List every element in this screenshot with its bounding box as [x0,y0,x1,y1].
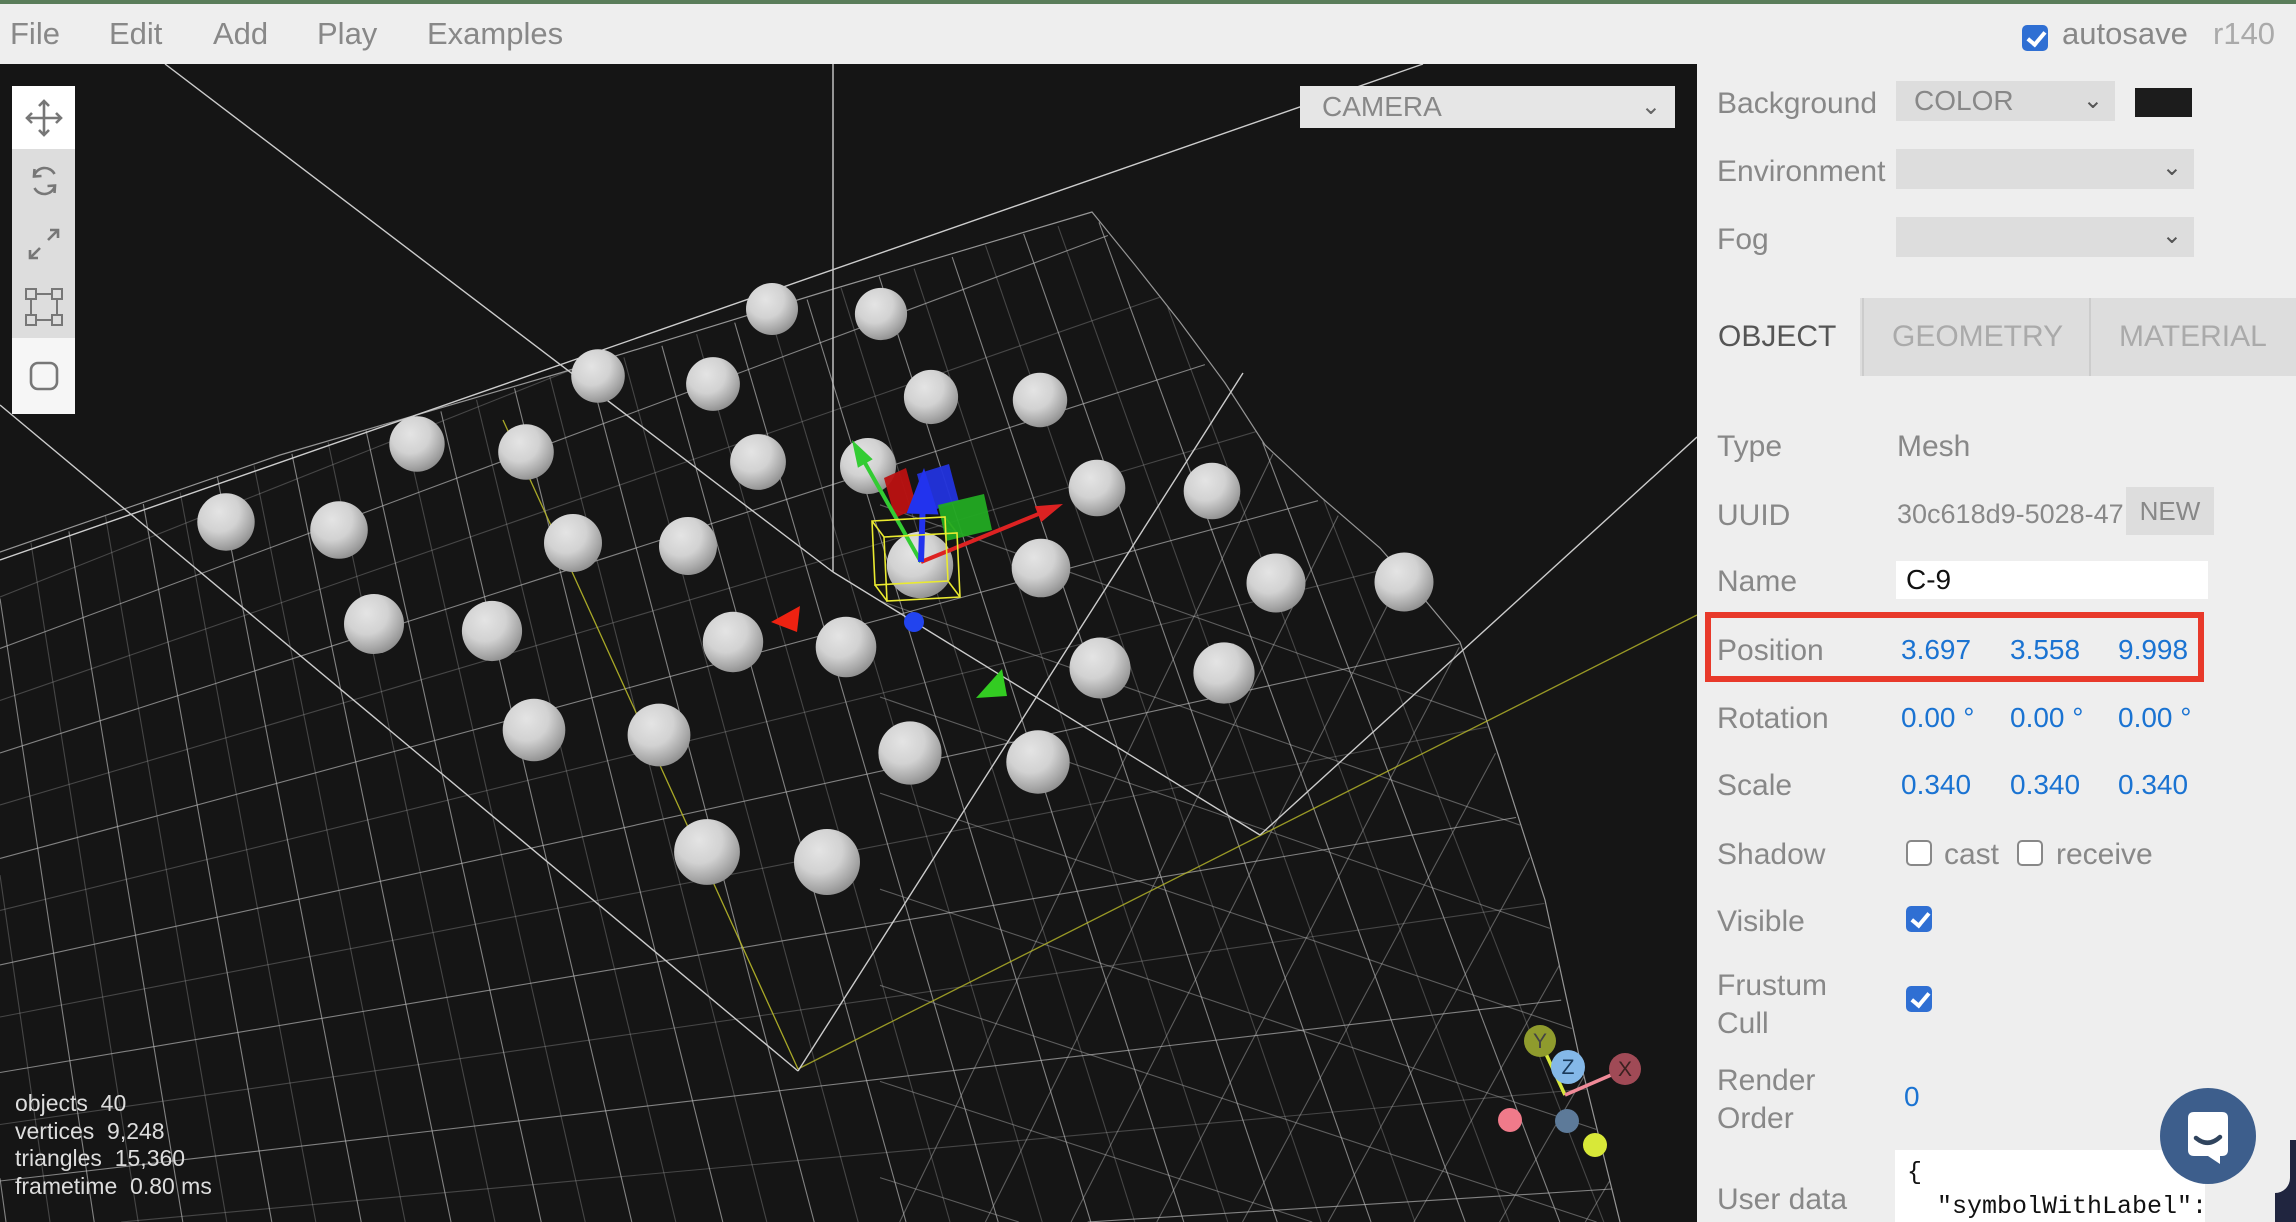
svg-text:Z: Z [1562,1056,1575,1079]
svg-text:Y: Y [1533,1030,1547,1053]
svg-text:X: X [1618,1058,1632,1081]
